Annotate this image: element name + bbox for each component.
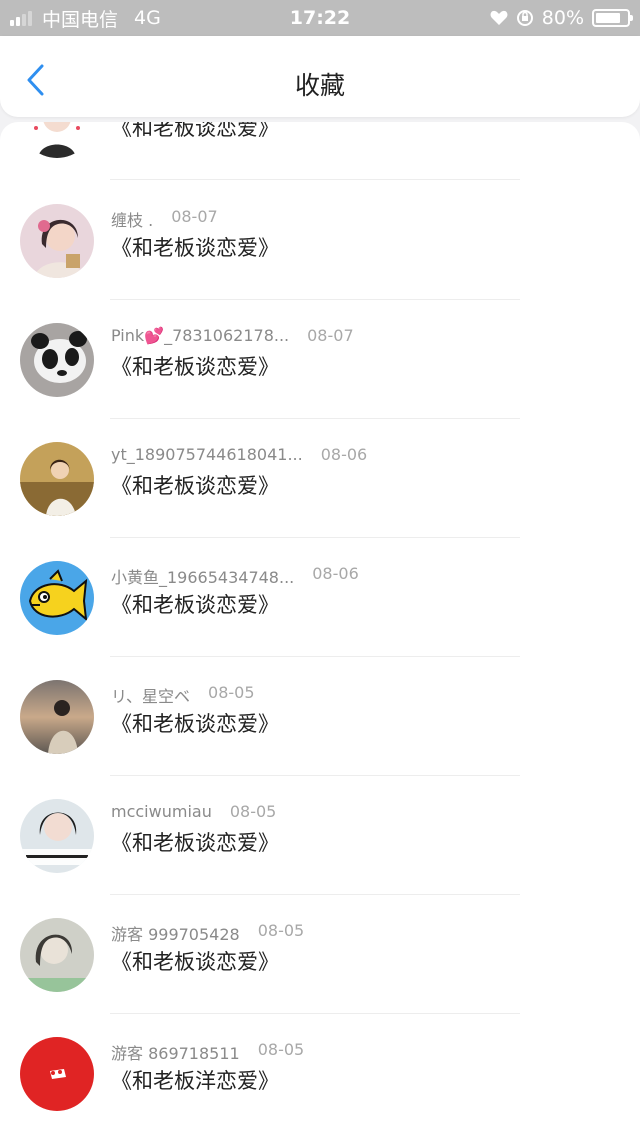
list-item[interactable]: リ、星空ベ 08-05 《和老板谈恋爱》	[0, 657, 640, 776]
avatar	[20, 122, 94, 158]
avatar	[20, 323, 94, 397]
user-name: 缠枝 .	[111, 211, 154, 230]
avatar	[20, 442, 94, 516]
nav-header: 收藏	[0, 36, 640, 117]
status-bar: 中国电信 4G 17:22 80%	[0, 0, 640, 36]
user-name: 游客 999705428	[111, 925, 240, 944]
item-meta: mcciwumiau 08-05	[111, 802, 276, 821]
row-divider	[110, 179, 520, 180]
battery-label: 80%	[541, 7, 584, 29]
item-title: 《和老板谈恋爱》	[111, 593, 279, 617]
item-date: 08-05	[229, 802, 277, 821]
list-item[interactable]: Pink💕_7831062178... 08-07 《和老板谈恋爱》	[0, 300, 640, 419]
status-right: 80%	[490, 0, 633, 36]
list-item[interactable]: 小黄鱼_19665434748... 08-06 《和老板谈恋爱》	[0, 538, 640, 657]
list-item[interactable]: 游客 869718511 08-05 《和老板洋恋爱》	[0, 1014, 640, 1133]
list-item[interactable]: mcciwumiau 08-05 《和老板谈恋爱》	[0, 776, 640, 895]
item-meta: 游客 999705428 08-05	[111, 921, 304, 945]
avatar	[20, 1037, 94, 1111]
item-title: 《和老板谈恋爱》	[111, 950, 279, 974]
item-date: 08-07	[307, 326, 354, 345]
item-date: 08-05	[257, 1040, 305, 1059]
item-date: 08-05	[257, 921, 305, 940]
list-item[interactable]: 游客 999705428 08-05 《和老板谈恋爱》	[0, 895, 640, 1014]
item-meta: 游客 869718511 08-05	[111, 1040, 304, 1064]
user-name: mcciwumiau	[111, 802, 212, 821]
item-meta: yt_189075744618041... 08-06	[111, 445, 367, 464]
list-item[interactable]: yt_189075744618041... 08-06 《和老板谈恋爱》	[0, 419, 640, 538]
user-name: リ、星空ベ	[111, 687, 191, 706]
item-title: 《和老板谈恋爱》	[111, 122, 279, 140]
item-date: 08-06	[312, 564, 359, 583]
favorites-list[interactable]: 《和老板谈恋爱》 缠枝 . 08-07 《和老板谈恋爱》 Pink💕_78310…	[0, 122, 640, 1139]
item-title: 《和老板洋恋爱》	[111, 1069, 279, 1093]
avatar	[20, 561, 94, 635]
item-meta: Pink💕_7831062178... 08-07	[111, 326, 354, 345]
item-title: 《和老板谈恋爱》	[111, 236, 279, 260]
item-meta: 缠枝 . 08-07	[111, 207, 218, 231]
item-title: 《和老板谈恋爱》	[111, 831, 279, 855]
item-title: 《和老板谈恋爱》	[111, 712, 279, 736]
battery-icon	[592, 9, 633, 27]
item-meta: 小黄鱼_19665434748... 08-06	[111, 564, 359, 588]
user-name: Pink💕_7831062178...	[111, 326, 290, 345]
user-name: 小黄鱼_19665434748...	[111, 568, 295, 587]
item-title: 《和老板谈恋爱》	[111, 474, 279, 498]
item-date: 08-07	[171, 207, 218, 226]
avatar	[20, 204, 94, 278]
avatar	[20, 918, 94, 992]
item-date: 08-05	[208, 683, 255, 702]
user-name: yt_189075744618041...	[111, 445, 303, 464]
rotation-lock-icon	[516, 10, 533, 26]
item-date: 08-06	[320, 445, 368, 464]
item-title: 《和老板谈恋爱》	[111, 355, 279, 379]
user-name: 游客 869718511	[111, 1044, 240, 1063]
avatar	[20, 680, 94, 754]
page-title: 收藏	[294, 71, 345, 100]
heart-icon	[490, 10, 508, 25]
item-meta: リ、星空ベ 08-05	[111, 683, 255, 707]
avatar	[20, 799, 94, 873]
list-item[interactable]: 《和老板谈恋爱》	[0, 122, 640, 180]
list-item[interactable]: 缠枝 . 08-07 《和老板谈恋爱》	[0, 181, 640, 300]
